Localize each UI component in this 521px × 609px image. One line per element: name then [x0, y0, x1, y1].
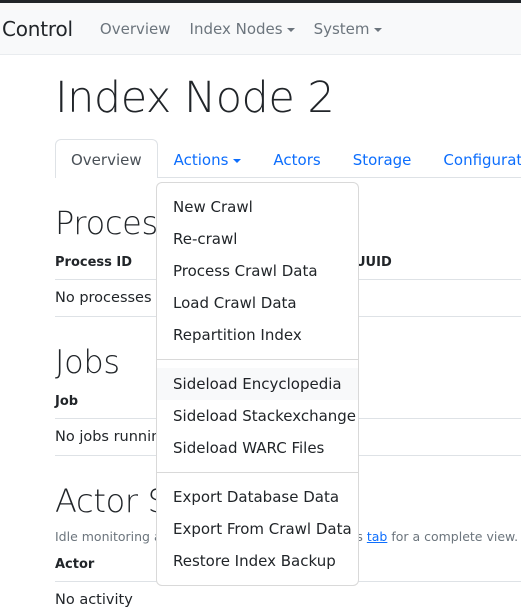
navbar-item-index-nodes[interactable]: Index Nodes: [190, 20, 295, 38]
tab-actions[interactable]: Actions: [158, 139, 258, 178]
menu-item-re-crawl[interactable]: Re-crawl: [157, 223, 358, 255]
menu-item-repartition-index[interactable]: Repartition Index: [157, 319, 358, 351]
chevron-down-icon: [233, 158, 242, 163]
menu-item-new-crawl[interactable]: New Crawl: [157, 191, 358, 223]
cell-uuid: [355, 279, 521, 318]
tab-overview[interactable]: Overview: [55, 139, 158, 179]
app-window: Control Overview Index Nodes System Inde…: [0, 0, 521, 609]
cell-job-extra: [355, 418, 521, 457]
menu-divider: [157, 472, 358, 473]
menu-item-restore-index-backup[interactable]: Restore Index Backup: [157, 545, 358, 577]
tab-storage[interactable]: Storage: [337, 139, 428, 178]
column-header-actor-extra: [355, 557, 521, 583]
menu-item-sideload-stackexchange[interactable]: Sideload Stackexchange: [157, 400, 358, 432]
menu-item-process-crawl-data[interactable]: Process Crawl Data: [157, 255, 358, 287]
column-header-job-extra: [355, 394, 521, 420]
chevron-down-icon: [373, 27, 382, 32]
tab-label: Configuration: [443, 150, 521, 169]
menu-item-sideload-encyclopedia[interactable]: Sideload Encyclopedia: [157, 368, 358, 400]
navbar-brand[interactable]: Control: [2, 17, 73, 41]
actors-subtitle-text-after: for a complete view.: [387, 529, 519, 545]
tab-label: Storage: [352, 150, 412, 169]
navbar-item-overview[interactable]: Overview: [100, 20, 171, 38]
menu-item-export-from-crawl-data[interactable]: Export From Crawl Data: [157, 513, 358, 545]
cell-actor-extra: [355, 581, 521, 609]
tab-actors[interactable]: Actors: [257, 139, 336, 178]
tab-bar: Overview Actions Actors Storage Configur…: [55, 138, 521, 179]
actions-dropdown-menu: New Crawl Re-crawl Process Crawl Data Lo…: [156, 182, 359, 586]
tab-configuration[interactable]: Configuration: [427, 139, 521, 178]
actors-tab-link[interactable]: tab: [367, 529, 388, 544]
page-title: Index Node 2: [55, 73, 335, 123]
menu-item-load-crawl-data[interactable]: Load Crawl Data: [157, 287, 358, 319]
menu-item-sideload-warc-files[interactable]: Sideload WARC Files: [157, 432, 358, 464]
navbar-item-system[interactable]: System: [314, 20, 382, 38]
navbar-item-label: Index Nodes: [189, 19, 283, 38]
navbar-links: Overview Index Nodes System: [100, 20, 382, 38]
tab-label: Overview: [71, 150, 142, 169]
chevron-down-icon: [286, 27, 295, 32]
navbar-item-label: System: [313, 19, 370, 38]
navbar-item-label: Overview: [99, 19, 171, 38]
menu-divider: [157, 359, 358, 360]
tab-label: Actors: [273, 150, 321, 169]
tab-label: Actions: [173, 150, 229, 169]
column-header-uuid: UUID: [355, 255, 521, 281]
menu-item-export-database-data[interactable]: Export Database Data: [157, 481, 358, 513]
main-navbar: Control Overview Index Nodes System: [0, 3, 521, 55]
